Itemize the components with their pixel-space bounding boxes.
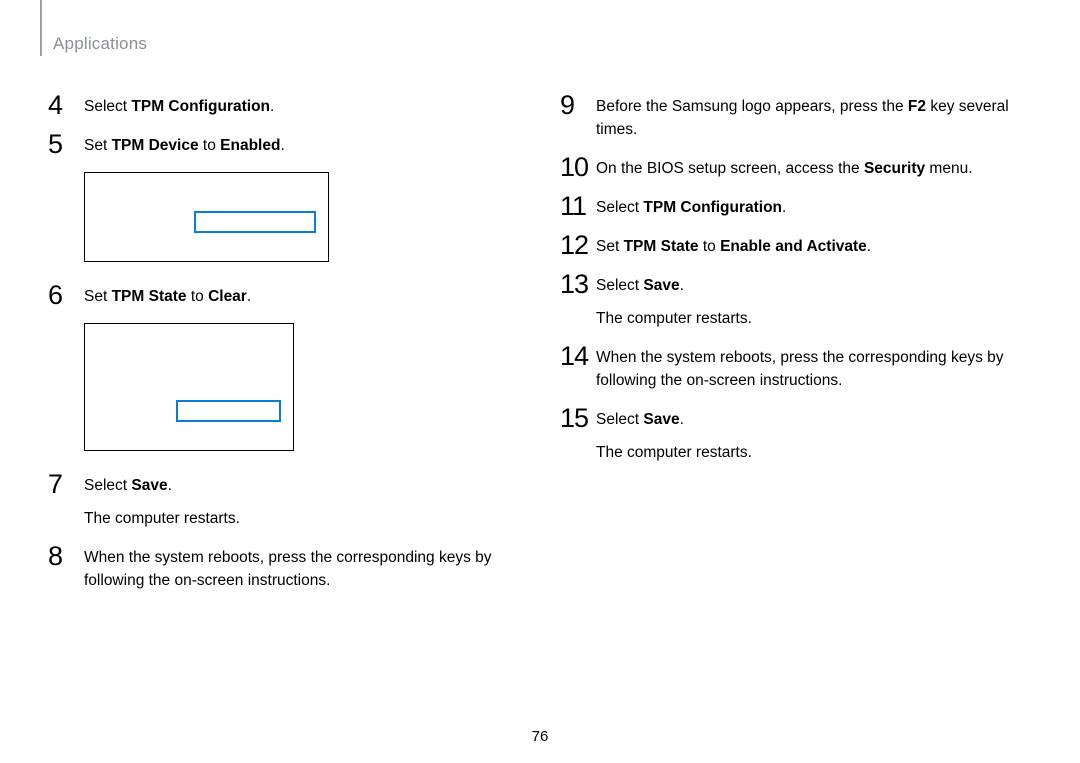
step-5: 5 Set TPM Device to Enabled. [48, 133, 520, 158]
text: Before the Samsung logo appears, press t… [596, 98, 908, 115]
bold: TPM Configuration [131, 98, 270, 115]
step-number: 10 [560, 154, 596, 181]
bold: TPM State [624, 238, 699, 255]
step-text: Set TPM State to Clear. [84, 284, 520, 309]
bold: Save [643, 411, 679, 428]
text: . [680, 277, 684, 294]
text: Set [84, 137, 112, 154]
step-text: When the system reboots, press the corre… [84, 545, 520, 593]
figure-tpm-state [84, 323, 294, 451]
step-number: 9 [560, 92, 596, 119]
text: Select [596, 277, 643, 294]
bold: Security [864, 160, 925, 177]
bold: TPM Device [112, 137, 199, 154]
step-subtext: The computer restarts. [84, 508, 520, 531]
step-number: 7 [48, 471, 84, 498]
step-text: When the system reboots, press the corre… [596, 345, 1032, 393]
text: Select [596, 199, 643, 216]
page: Applications 4 Select TPM Configuration.… [0, 0, 1080, 763]
text: . [680, 411, 684, 428]
step-text: Select Save. The computer restarts. [84, 473, 520, 531]
step-9: 9 Before the Samsung logo appears, press… [560, 94, 1032, 142]
text: When the system reboots, press the corre… [596, 349, 1004, 389]
text: . [270, 98, 274, 115]
step-12: 12 Set TPM State to Enable and Activate. [560, 234, 1032, 259]
step-text: Before the Samsung logo appears, press t… [596, 94, 1032, 142]
figure-highlight-field [194, 211, 316, 233]
step-text: Set TPM State to Enable and Activate. [596, 234, 1032, 259]
step-number: 5 [48, 131, 84, 158]
step-15: 15 Select Save. The computer restarts. [560, 407, 1032, 465]
step-text: Select Save. The computer restarts. [596, 407, 1032, 465]
step-7: 7 Select Save. The computer restarts. [48, 473, 520, 531]
text: Set [84, 288, 112, 305]
step-8: 8 When the system reboots, press the cor… [48, 545, 520, 593]
text: . [280, 137, 284, 154]
step-text: Select TPM Configuration. [596, 195, 1032, 220]
text: Select [84, 477, 131, 494]
section-title: Applications [53, 34, 1032, 54]
step-subtext: The computer restarts. [596, 308, 1032, 331]
step-6: 6 Set TPM State to Clear. [48, 284, 520, 309]
step-10: 10 On the BIOS setup screen, access the … [560, 156, 1032, 181]
step-number: 14 [560, 343, 596, 370]
bold: Enable and Activate [720, 238, 867, 255]
step-14: 14 When the system reboots, press the co… [560, 345, 1032, 393]
step-number: 6 [48, 282, 84, 309]
text: Select [84, 98, 131, 115]
step-subtext: The computer restarts. [596, 442, 1032, 465]
text: to [699, 238, 721, 255]
text: . [867, 238, 871, 255]
figure-highlight-field [176, 400, 281, 422]
text: . [247, 288, 251, 305]
step-text: Set TPM Device to Enabled. [84, 133, 520, 158]
text: . [782, 199, 786, 216]
text: menu. [925, 160, 972, 177]
bold: TPM Configuration [643, 199, 782, 216]
bold: Enabled [220, 137, 280, 154]
step-number: 13 [560, 271, 596, 298]
text: Set [596, 238, 624, 255]
header-rule [40, 0, 42, 56]
step-13: 13 Select Save. The computer restarts. [560, 273, 1032, 331]
step-number: 4 [48, 92, 84, 119]
text: Select [596, 411, 643, 428]
step-text: Select Save. The computer restarts. [596, 273, 1032, 331]
step-number: 11 [560, 193, 596, 220]
step-number: 8 [48, 543, 84, 570]
text: When the system reboots, press the corre… [84, 549, 492, 589]
text: to [187, 288, 209, 305]
bold: Clear [208, 288, 247, 305]
text: On the BIOS setup screen, access the [596, 160, 864, 177]
figure-tpm-device [84, 172, 329, 262]
step-number: 15 [560, 405, 596, 432]
content-columns: 4 Select TPM Configuration. 5 Set TPM De… [48, 94, 1032, 607]
step-text: On the BIOS setup screen, access the Sec… [596, 156, 1032, 181]
step-4: 4 Select TPM Configuration. [48, 94, 520, 119]
text: to [199, 137, 221, 154]
right-column: 9 Before the Samsung logo appears, press… [560, 94, 1032, 607]
text: . [168, 477, 172, 494]
bold: F2 [908, 98, 926, 115]
bold: Save [643, 277, 679, 294]
bold: Save [131, 477, 167, 494]
page-number: 76 [0, 728, 1080, 745]
step-number: 12 [560, 232, 596, 259]
step-11: 11 Select TPM Configuration. [560, 195, 1032, 220]
step-text: Select TPM Configuration. [84, 94, 520, 119]
bold: TPM State [112, 288, 187, 305]
left-column: 4 Select TPM Configuration. 5 Set TPM De… [48, 94, 520, 607]
